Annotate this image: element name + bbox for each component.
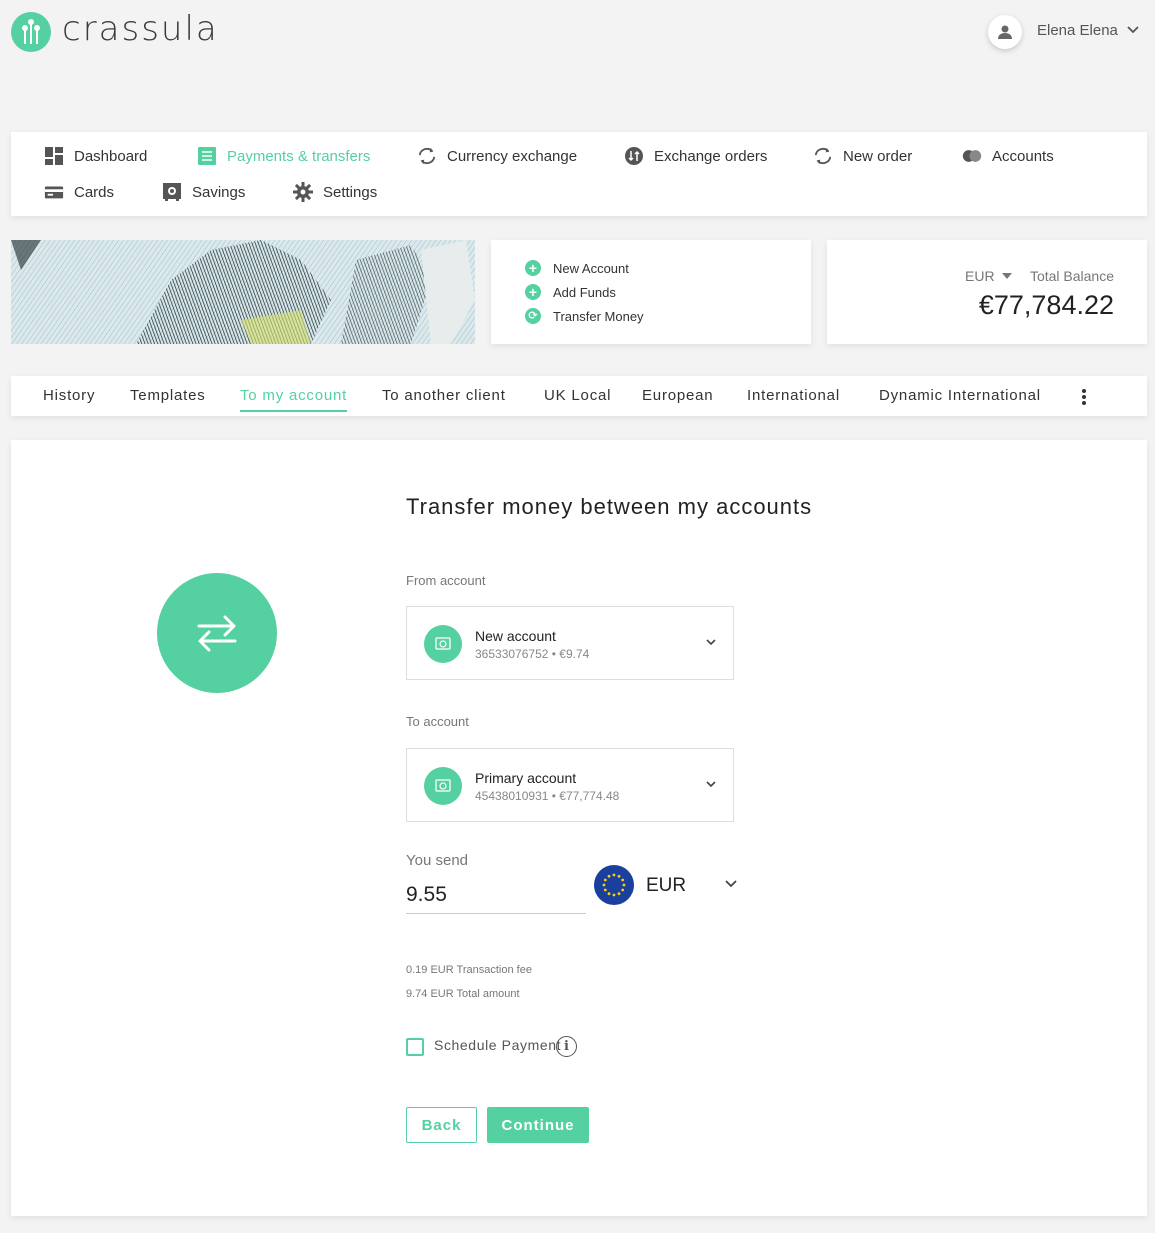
- tab-international[interactable]: International: [747, 387, 840, 410]
- nav-label: Savings: [192, 183, 246, 201]
- tab-to-my-account[interactable]: To my account: [240, 387, 348, 412]
- new-account-link[interactable]: + New Account: [525, 260, 629, 276]
- currency-select[interactable]: EUR: [646, 875, 686, 897]
- you-send-label: You send: [406, 852, 469, 869]
- tab-history[interactable]: History: [43, 387, 95, 410]
- quick-action-label: Add Funds: [553, 284, 616, 300]
- quick-action-label: New Account: [553, 260, 629, 276]
- nav-item-new-order[interactable]: New order: [813, 145, 912, 167]
- nav-item-currency-exchange[interactable]: Currency exchange: [417, 145, 577, 167]
- add-funds-link[interactable]: + Add Funds: [525, 284, 616, 300]
- info-icon[interactable]: i: [556, 1036, 577, 1057]
- transfer-icon: ⟳: [525, 308, 541, 324]
- account-icon: [424, 625, 462, 663]
- from-account-name: New account: [475, 628, 556, 644]
- transfer-form-card: [11, 440, 1147, 1216]
- nav-item-payments[interactable]: Payments & transfers: [197, 145, 370, 167]
- eu-flag-icon: [594, 865, 634, 905]
- nav-label: Dashboard: [74, 147, 148, 165]
- banner-image: [11, 240, 475, 344]
- plus-icon: +: [525, 284, 541, 300]
- nav-label: Exchange orders: [654, 147, 768, 165]
- from-account-details: 36533076752 • €9.74: [475, 647, 590, 661]
- quick-actions-panel: + New Account + Add Funds ⟳ Transfer Mon…: [491, 240, 811, 344]
- logo-icon[interactable]: [11, 12, 51, 52]
- nav-label: Settings: [323, 183, 378, 201]
- user-avatar[interactable]: [988, 15, 1022, 49]
- nav-item-accounts[interactable]: Accounts: [962, 145, 1054, 167]
- tab-uk-local[interactable]: UK Local: [544, 387, 611, 410]
- refresh-icon: [813, 146, 833, 166]
- brand-name[interactable]: crassula: [62, 9, 219, 49]
- nav-label: Currency exchange: [447, 147, 578, 165]
- to-account-select[interactable]: Primary account 45438010931 • €77,774.48: [406, 748, 734, 822]
- amount-input[interactable]: [406, 876, 586, 914]
- nav-label: Payments & transfers: [227, 147, 371, 165]
- quick-action-label: Transfer Money: [553, 308, 644, 324]
- payments-icon: [197, 146, 217, 166]
- nav-item-dashboard[interactable]: Dashboard: [44, 145, 147, 167]
- balance-amount: €77,784.22: [978, 290, 1114, 320]
- caret-down-icon: [1001, 273, 1012, 279]
- balance-label: Total Balance: [1029, 268, 1114, 284]
- schedule-payment-label[interactable]: Schedule Payment: [434, 1037, 561, 1053]
- page-title: Transfer money between my accounts: [406, 494, 813, 519]
- tab-to-another-client[interactable]: To another client: [382, 387, 506, 410]
- card-icon: [44, 182, 64, 202]
- safe-icon: [162, 182, 182, 202]
- continue-button[interactable]: Continue: [487, 1107, 589, 1143]
- more-vertical-icon[interactable]: [1080, 388, 1088, 411]
- exchange-orders-icon: [624, 146, 644, 166]
- balance-currency-select[interactable]: EUR: [965, 268, 1012, 284]
- nav-label: New order: [843, 147, 913, 165]
- swap-arrows-icon: [157, 573, 277, 693]
- accounts-icon: [962, 146, 982, 166]
- tab-dynamic-international[interactable]: Dynamic International: [879, 387, 1041, 410]
- plus-icon: +: [525, 260, 541, 276]
- transaction-fee: 0.19 EUR Transaction fee: [406, 964, 532, 976]
- user-name[interactable]: Elena Elena: [1037, 22, 1118, 39]
- balance-currency: EUR: [965, 268, 995, 284]
- to-account-name: Primary account: [475, 770, 577, 786]
- balance-panel: EUR Total Balance €77,784.22: [827, 240, 1147, 344]
- chevron-down-icon[interactable]: [724, 876, 738, 895]
- nav-item-cards[interactable]: Cards: [44, 181, 114, 203]
- refresh-icon: [417, 146, 437, 166]
- dashboard-icon: [44, 146, 64, 166]
- user-icon: [998, 25, 1012, 39]
- nav-label: Accounts: [992, 147, 1054, 165]
- from-account-select[interactable]: New account 36533076752 • €9.74: [406, 606, 734, 680]
- nav-item-exchange-orders[interactable]: Exchange orders: [624, 145, 767, 167]
- nav-item-savings[interactable]: Savings: [162, 181, 245, 203]
- chevron-down-icon[interactable]: [1126, 22, 1140, 41]
- total-amount: 9.74 EUR Total amount: [406, 988, 520, 1000]
- from-account-label: From account: [406, 573, 486, 588]
- nav-item-settings[interactable]: Settings: [293, 181, 377, 203]
- schedule-payment-checkbox[interactable]: [406, 1038, 424, 1056]
- transfer-money-link[interactable]: ⟳ Transfer Money: [525, 308, 644, 324]
- nav-label: Cards: [74, 183, 115, 201]
- to-account-details: 45438010931 • €77,774.48: [475, 789, 620, 803]
- to-account-label: To account: [406, 714, 469, 729]
- account-icon: [424, 767, 462, 805]
- tab-templates[interactable]: Templates: [130, 387, 206, 410]
- main-nav: Dashboard Payments & transfers Currency …: [11, 132, 1147, 216]
- payment-tabs: History Templates To my account To anoth…: [11, 376, 1147, 416]
- back-button[interactable]: Back: [406, 1107, 477, 1143]
- chevron-down-icon: [706, 639, 716, 646]
- gear-icon: [293, 182, 313, 202]
- chevron-down-icon: [706, 781, 716, 788]
- tab-european[interactable]: European: [642, 387, 713, 410]
